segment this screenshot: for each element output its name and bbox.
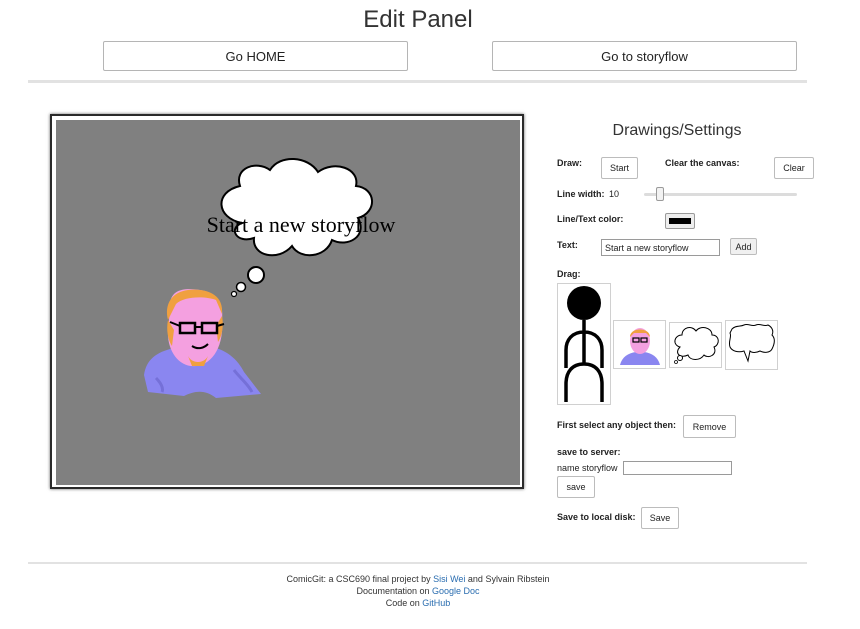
settings-title: Drawings/Settings <box>612 122 742 139</box>
footer-docs: Documentation on Google Doc <box>0 586 836 596</box>
storyflow-name-input[interactable] <box>623 461 732 475</box>
footer-code-prefix: Code on <box>385 598 423 608</box>
save-local-label: Save to local disk: <box>557 512 636 522</box>
text-label: Text: <box>557 240 578 250</box>
stick-figure-drag-item[interactable] <box>557 283 611 405</box>
go-home-button[interactable]: Go HOME <box>103 41 408 71</box>
save-local-button[interactable]: Save <box>641 507 679 529</box>
footer-divider <box>28 562 807 564</box>
bubble-text[interactable]: Start a new storyflow <box>207 212 396 237</box>
text-input[interactable] <box>601 239 720 256</box>
person-portrait-object[interactable] <box>144 289 261 398</box>
page-title: Edit Panel <box>363 6 473 33</box>
remove-button[interactable]: Remove <box>683 415 736 438</box>
add-text-button[interactable]: Add <box>730 238 757 255</box>
line-width-value: 10 <box>609 189 620 199</box>
author-link-sisi[interactable]: Sisi Wei <box>433 574 465 584</box>
color-label: Line/Text color: <box>557 214 624 224</box>
line-width-slider-track[interactable] <box>644 193 797 196</box>
save-to-server-button[interactable]: save <box>557 476 595 498</box>
author-sylvain: Sylvain Ribstein <box>485 574 550 584</box>
line-width-label: Line width: <box>557 189 605 199</box>
clear-canvas-label: Clear the canvas: <box>665 158 740 168</box>
clear-canvas-button[interactable]: Clear <box>774 157 814 179</box>
header-divider <box>28 80 807 83</box>
speech-bubble-drag-item[interactable] <box>725 320 778 370</box>
line-width-slider-thumb[interactable] <box>655 187 664 201</box>
github-link[interactable]: GitHub <box>422 598 450 608</box>
save-to-server-label: save to server: <box>557 447 621 457</box>
name-storyflow-label: name storyflow <box>557 463 618 473</box>
drawing-canvas[interactable]: Start a new storyflow <box>56 120 520 485</box>
footer-credits: ComicGit: a CSC690 final project by Sisi… <box>0 574 836 584</box>
draw-label: Draw: <box>557 158 583 168</box>
google-doc-link[interactable]: Google Doc <box>432 586 480 596</box>
footer-credits-prefix: ComicGit: a CSC690 final project by <box>286 574 434 584</box>
footer-credits-and: and <box>465 574 486 584</box>
draw-start-button[interactable]: Start <box>601 157 638 179</box>
thought-bubble-drag-item[interactable] <box>669 322 722 368</box>
person-portrait-drag-item[interactable] <box>613 320 666 369</box>
color-picker[interactable] <box>665 213 695 229</box>
go-to-storyflow-button[interactable]: Go to storyflow <box>492 41 797 71</box>
drawing-canvas-frame: Start a new storyflow <box>50 114 524 489</box>
remove-instruction-label: First select any object then: <box>557 420 677 430</box>
drag-label: Drag: <box>557 269 581 279</box>
color-swatch <box>669 218 691 224</box>
footer-code: Code on GitHub <box>0 598 836 608</box>
footer-docs-prefix: Documentation on <box>356 586 432 596</box>
